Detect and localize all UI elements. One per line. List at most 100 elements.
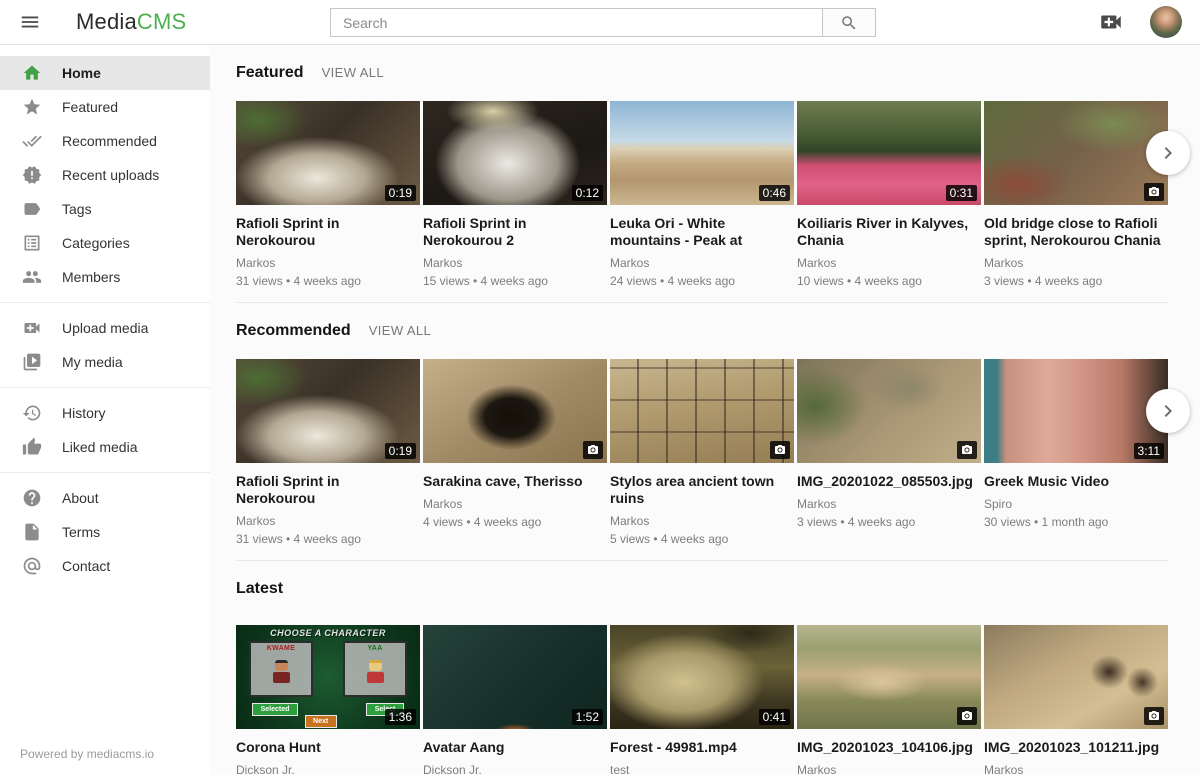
camera-icon [1144,183,1164,201]
media-title: Sarakina cave, Therisso [423,473,601,490]
sidebar-item-tags[interactable]: Tags [0,192,210,226]
hamburger-icon [19,11,41,33]
game-character-panel: YAA [343,641,407,697]
sidebar-item-featured[interactable]: Featured [0,90,210,124]
photo-thumbnail [610,359,794,463]
sidebar-item-upload-media[interactable]: Upload media [0,311,210,345]
media-card[interactable]: 0:41 Forest - 49981.mp4 test 17 views • … [610,625,794,775]
sidebar-item-about[interactable]: About [0,481,210,515]
section-featured: Featured VIEW ALL 0:19 Rafioli Sprint in… [236,45,1200,303]
media-author: Markos [797,256,981,270]
media-title: Old bridge close to Rafioli sprint, Nero… [984,215,1162,249]
media-author: Markos [984,763,1168,775]
video-library-icon [22,352,42,372]
media-card[interactable]: 0:19 Rafioli Sprint in Nerokourou Markos… [236,359,420,546]
powered-by-text: Powered by mediacms.io [20,747,154,761]
sidebar-item-members[interactable]: Members [0,260,210,294]
media-card[interactable]: IMG_20201023_104106.jpg Markos 4 views •… [797,625,981,775]
media-meta: 31 views • 4 weeks ago [236,274,420,288]
duration-badge: 1:52 [572,709,603,725]
media-card[interactable]: 0:12 Rafioli Sprint in Nerokourou 2 Mark… [423,101,607,288]
media-meta: 5 views • 4 weeks ago [610,532,794,546]
media-card[interactable]: 1:52 Avatar Aang Dickson Jr. 12 views • … [423,625,607,775]
search-icon [840,14,858,32]
logo-text-media: Media [76,9,137,34]
media-author: Dickson Jr. [423,763,607,775]
media-title: Avatar Aang [423,739,601,756]
mediacms-logo[interactable]: MediaCMS [76,9,186,35]
chevron-right-icon [1156,399,1180,423]
media-card[interactable]: Sarakina cave, Therisso Markos 4 views •… [423,359,607,546]
sidebar-item-home[interactable]: Home [0,56,210,90]
sidebar-item-terms[interactable]: Terms [0,515,210,549]
photo-thumbnail [797,359,981,463]
media-author: Markos [236,514,420,528]
media-title: Rafioli Sprint in Nerokourou [236,215,414,249]
media-author: Markos [797,763,981,775]
carousel-next-button[interactable] [1146,389,1190,433]
media-title: Stylos area ancient town ruins [610,473,788,507]
sidebar-item-liked-media[interactable]: Liked media [0,430,210,464]
camera-icon [957,441,977,459]
view-all-link[interactable]: VIEW ALL [322,65,384,80]
logo-text-cms: CMS [137,9,187,34]
duration-badge: 0:19 [385,443,416,459]
media-title: Greek Music Video [984,473,1162,490]
photo-thumbnail [423,359,607,463]
sidebar-item-label: Featured [62,99,118,115]
search-input[interactable] [330,8,822,37]
media-card[interactable]: 0:19 Rafioli Sprint in Nerokourou Markos… [236,101,420,288]
home-icon [22,63,42,83]
media-card[interactable]: CHOOSE A CHARACTER KWAME YAA Selected Se… [236,625,420,775]
video-thumbnail: 0:12 [423,101,607,205]
search-button[interactable] [822,8,876,37]
sidebar-item-recent-uploads[interactable]: Recent uploads [0,158,210,192]
sidebar-group-activity: History Liked media [0,387,210,472]
media-author: Markos [423,256,607,270]
help-icon [22,488,42,508]
media-card[interactable]: Stylos area ancient town ruins Markos 5 … [610,359,794,546]
sidebar-item-label: Home [62,65,101,81]
media-meta: 4 views • 4 weeks ago [423,515,607,529]
sidebar-item-my-media[interactable]: My media [0,345,210,379]
sidebar-group-media: Upload media My media [0,302,210,387]
media-author: test [610,763,794,775]
sidebar-item-categories[interactable]: Categories [0,226,210,260]
media-meta: 24 views • 4 weeks ago [610,274,794,288]
user-avatar[interactable] [1150,6,1182,38]
media-card[interactable]: 0:31 Koiliaris River in Kalyves, Chania … [797,101,981,288]
tag-icon [22,199,42,219]
game-character-name: KWAME [251,645,311,652]
video-thumbnail: 0:41 [610,625,794,729]
media-author: Markos [610,514,794,528]
upload-media-button[interactable] [1098,9,1124,35]
media-meta: 3 views • 4 weeks ago [797,515,981,529]
sidebar-item-label: Terms [62,524,100,540]
carousel-next-button[interactable] [1146,131,1190,175]
media-card[interactable]: 0:46 Leuka Ori - White mountains - Peak … [610,101,794,288]
sidebar-item-contact[interactable]: Contact [0,549,210,583]
search-bar [330,8,876,37]
duration-badge: 3:11 [1134,443,1164,459]
media-card[interactable]: IMG_20201022_085503.jpg Markos 3 views •… [797,359,981,546]
media-meta: 31 views • 4 weeks ago [236,532,420,546]
sidebar-item-recommended[interactable]: Recommended [0,124,210,158]
sidebar: Home Featured Recommended Recent uploads… [0,45,210,775]
top-bar-actions [1098,6,1182,38]
duration-badge: 1:36 [385,709,416,725]
burst-icon [22,165,42,185]
chevron-right-icon [1156,141,1180,165]
media-card[interactable]: IMG_20201023_101211.jpg Markos 4 views •… [984,625,1168,775]
section-title: Featured [236,63,304,83]
pixel-character [366,660,384,683]
thumb-up-icon [22,437,42,457]
media-card[interactable]: Old bridge close to Rafioli sprint, Nero… [984,101,1168,288]
hamburger-menu-button[interactable] [16,8,44,36]
camera-icon [957,707,977,725]
media-card[interactable]: 3:11 Greek Music Video Spiro 30 views • … [984,359,1168,546]
at-sign-icon [22,556,42,576]
sidebar-item-history[interactable]: History [0,396,210,430]
videocam-plus-icon [1098,9,1124,35]
media-meta: 3 views • 4 weeks ago [984,274,1168,288]
view-all-link[interactable]: VIEW ALL [369,323,431,338]
